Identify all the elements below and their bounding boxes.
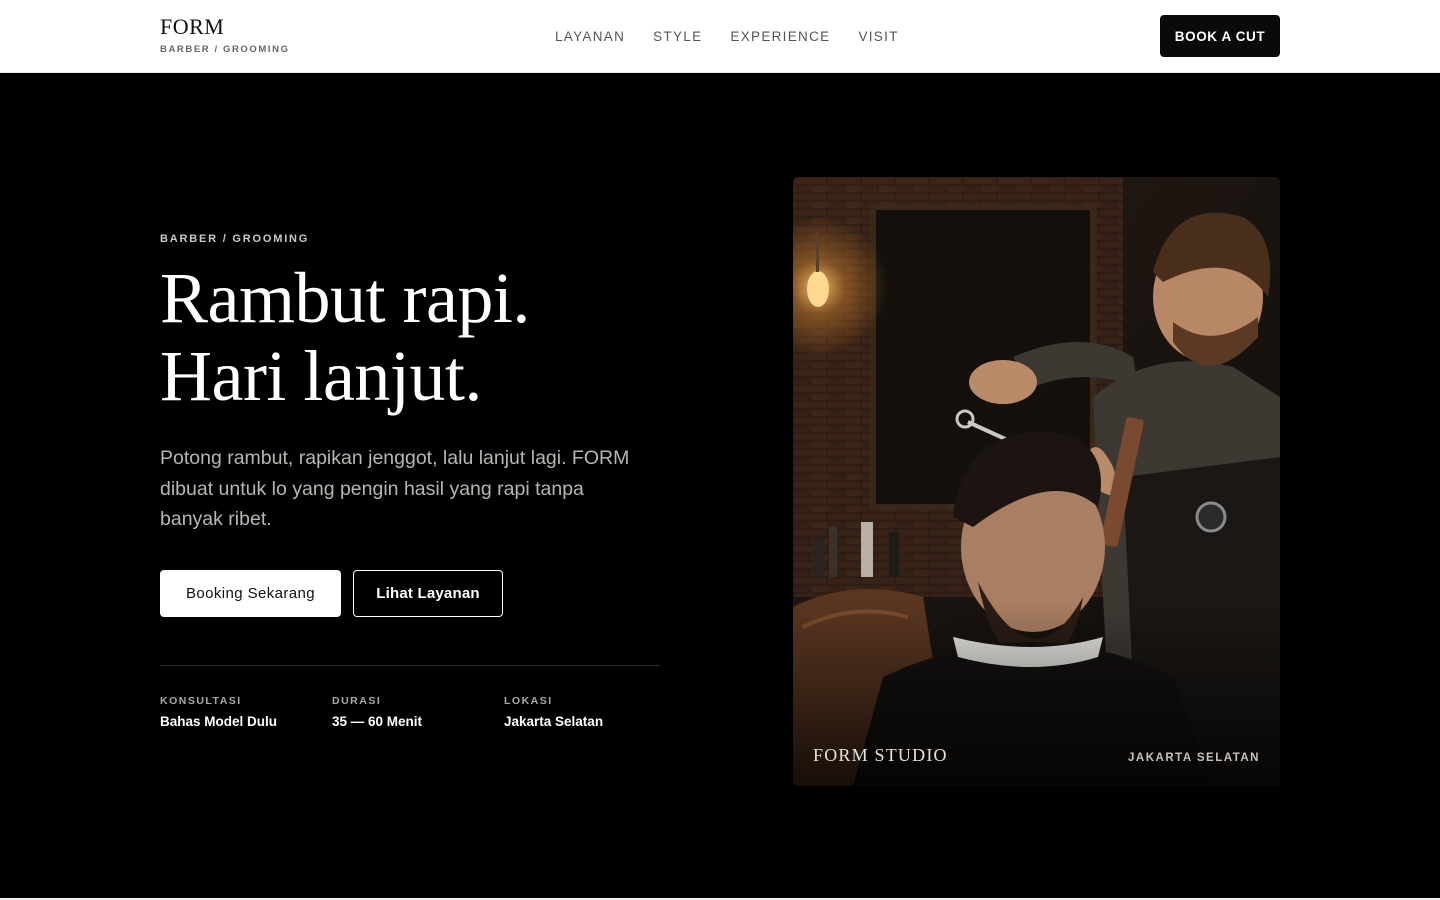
fact-label: DURASI	[332, 695, 382, 707]
book-a-cut-button[interactable]: BOOK A CUT	[1160, 15, 1280, 57]
brand-name: FORM	[160, 14, 225, 39]
fact-label: KONSULTASI	[160, 695, 242, 707]
headline-line-1: Rambut rapi.	[160, 258, 530, 338]
main-nav: LAYANAN STYLE EXPERIENCE VISIT	[555, 29, 899, 44]
hero-facts: KONSULTASI Bahas Model Dulu DURASI 35 — …	[160, 695, 676, 729]
headline-line-2: Hari lanjut.	[160, 336, 482, 416]
hero-section: BARBER / GROOMING Rambut rapi. Hari lanj…	[0, 73, 1440, 898]
hero-eyebrow: BARBER / GROOMING	[160, 233, 310, 245]
photo-location-label: JAKARTA SELATAN	[1128, 752, 1260, 764]
site-header: FORM BARBER / GROOMING LAYANAN STYLE EXP…	[0, 0, 1440, 73]
fact-label: LOKASI	[504, 695, 553, 707]
fact-location: LOKASI Jakarta Selatan	[504, 695, 676, 729]
fact-value: 35 — 60 Menit	[332, 714, 423, 729]
nav-link-style[interactable]: STYLE	[653, 29, 702, 44]
brand-tagline: BARBER / GROOMING	[160, 44, 290, 55]
barber-photo-illustration	[793, 177, 1280, 786]
booking-button[interactable]: Booking Sekarang	[160, 570, 341, 617]
fact-value: Jakarta Selatan	[504, 714, 604, 729]
hero-divider	[160, 665, 660, 666]
nav-link-experience[interactable]: EXPERIENCE	[730, 29, 830, 44]
view-services-button[interactable]: Lihat Layanan	[353, 570, 503, 617]
fact-value: Bahas Model Dulu	[160, 714, 278, 729]
nav-link-visit[interactable]: VISIT	[858, 29, 898, 44]
hero-description: Potong rambut, rapikan jenggot, lalu lan…	[160, 447, 630, 530]
barber-photo: FORM STUDIO JAKARTA SELATAN	[793, 177, 1280, 786]
nav-link-layanan[interactable]: LAYANAN	[555, 29, 625, 44]
fact-duration: DURASI 35 — 60 Menit	[332, 695, 504, 729]
photo-caption: FORM STUDIO	[813, 745, 948, 765]
brand-logo[interactable]: FORM BARBER / GROOMING	[160, 14, 290, 56]
hero-headline: Rambut rapi. Hari lanjut.	[160, 259, 530, 415]
fact-consultation: KONSULTASI Bahas Model Dulu	[160, 695, 332, 729]
